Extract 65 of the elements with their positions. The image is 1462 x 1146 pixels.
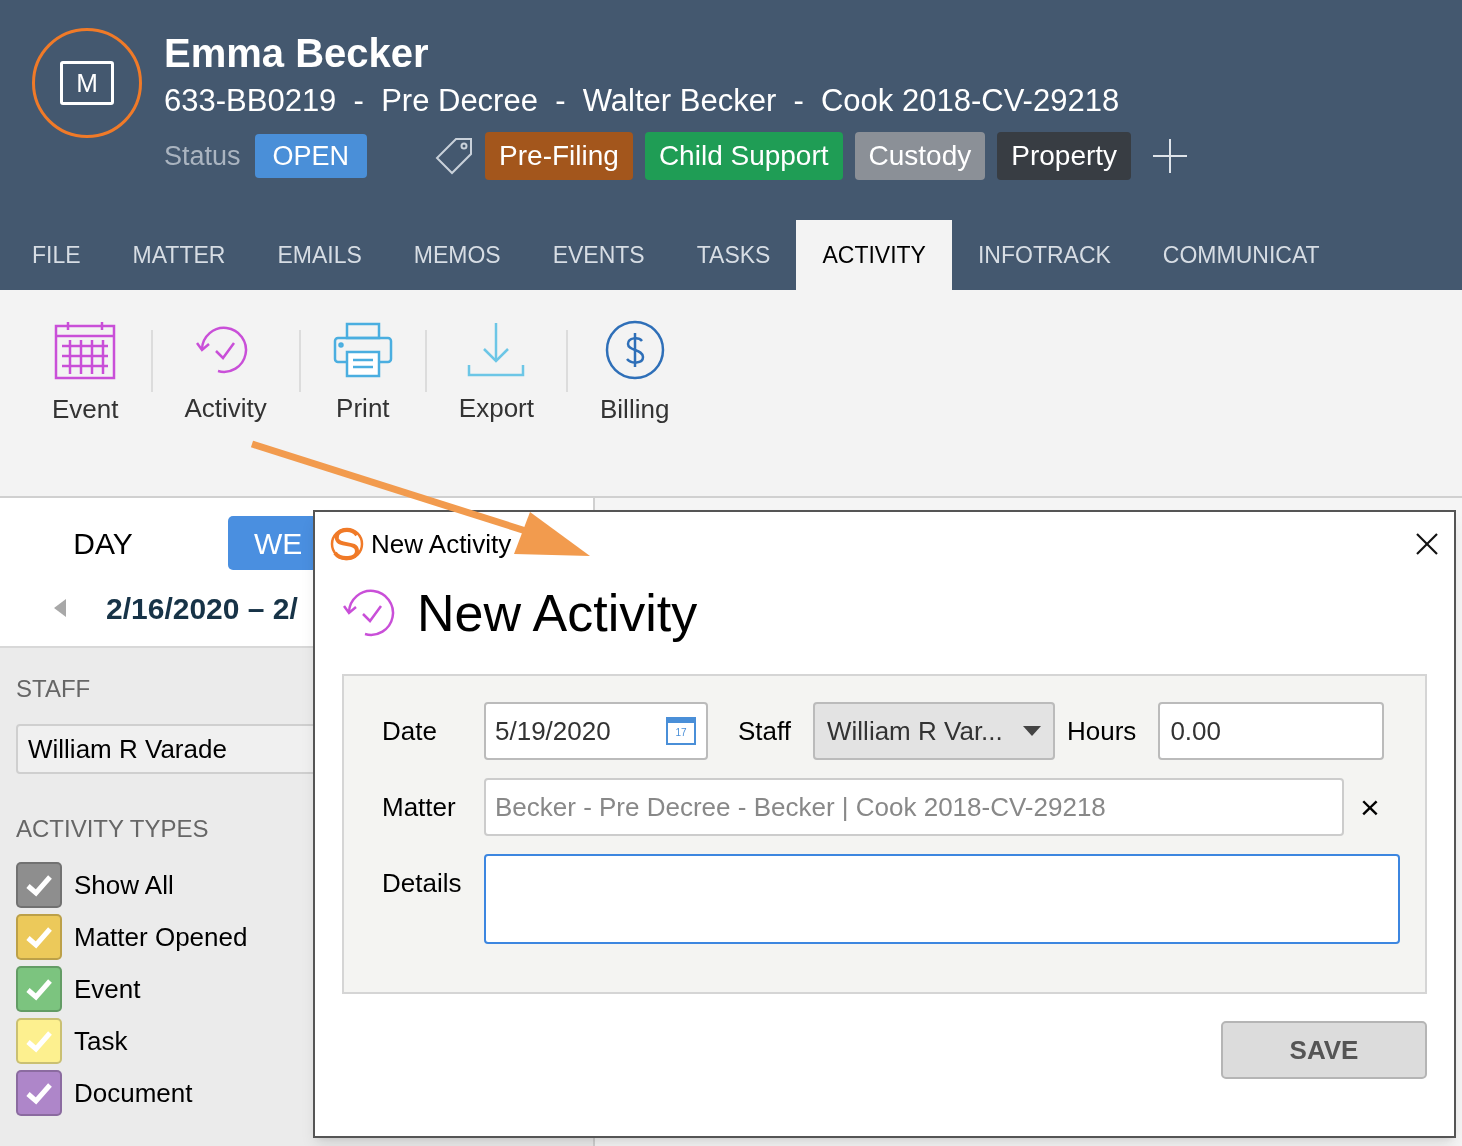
printer-icon bbox=[332, 321, 393, 378]
save-button[interactable]: SAVE bbox=[1221, 1021, 1427, 1079]
download-icon bbox=[466, 320, 527, 379]
staff-dropdown[interactable]: William R Var... bbox=[813, 702, 1055, 760]
staff-heading: STAFF bbox=[16, 674, 92, 704]
tag-icon bbox=[435, 137, 474, 175]
folder-icon: M bbox=[60, 61, 114, 105]
nav-tab[interactable]: MEMOS bbox=[387, 220, 527, 290]
nav-tab[interactable]: TASKS bbox=[670, 220, 797, 290]
checkbox[interactable] bbox=[16, 1070, 62, 1116]
activity-type-label: Matter Opened bbox=[74, 920, 248, 954]
tag-badge: Child Support bbox=[644, 132, 843, 180]
toolbar-button[interactable]: Event bbox=[20, 320, 151, 428]
dollar-circle-icon bbox=[604, 320, 665, 380]
tag-badge: Custody bbox=[854, 132, 986, 180]
details-field[interactable] bbox=[484, 854, 1400, 944]
details-label: Details bbox=[382, 867, 463, 900]
toolbar-button[interactable]: Billing bbox=[568, 320, 702, 428]
nav-tab[interactable]: EVENTS bbox=[526, 220, 671, 290]
checkbox[interactable] bbox=[16, 862, 62, 908]
check-icon bbox=[25, 873, 53, 897]
nav-tab[interactable]: INFOTRACK bbox=[951, 220, 1137, 290]
nav-tab[interactable]: FILE bbox=[6, 220, 107, 290]
activity-type-label: Event bbox=[74, 972, 141, 1006]
checkbox[interactable] bbox=[16, 914, 62, 960]
activity-type-label: Document bbox=[74, 1076, 193, 1110]
check-icon bbox=[25, 1029, 53, 1053]
close-icon[interactable] bbox=[1416, 533, 1438, 555]
view-tab[interactable]: DAY bbox=[28, 516, 178, 570]
app-logo-icon bbox=[329, 527, 365, 561]
status-badge: OPEN bbox=[254, 134, 368, 178]
add-icon[interactable] bbox=[1153, 139, 1188, 173]
checkbox[interactable] bbox=[16, 1018, 62, 1064]
client-name: Emma Becker bbox=[164, 30, 430, 77]
calendar-icon bbox=[54, 320, 117, 380]
hours-field[interactable]: 0.00 bbox=[1158, 702, 1385, 760]
check-icon bbox=[25, 977, 53, 1001]
check-icon bbox=[25, 1081, 53, 1105]
matter-field[interactable]: Becker - Pre Decree - Becker | Cook 2018-CV-29218 bbox=[484, 778, 1344, 836]
check-icon bbox=[25, 925, 53, 949]
nav-tab[interactable]: MATTER bbox=[106, 220, 252, 290]
activity-types-heading: ACTIVITY TYPES bbox=[16, 814, 210, 844]
nav-tab[interactable]: ACTIVITY bbox=[796, 220, 952, 290]
previous-icon[interactable] bbox=[52, 598, 68, 618]
matter-subtitle: 633-BB0219 - Pre Decree - Walter Becker - Cook 2018-CV-29218 bbox=[164, 82, 1121, 120]
toolbar-button[interactable]: Activity bbox=[152, 320, 299, 428]
nav-tab[interactable]: EMAILS bbox=[251, 220, 388, 290]
nav-tab[interactable]: COMMUNICAT bbox=[1136, 220, 1346, 290]
staff-label: Staff bbox=[738, 714, 791, 748]
date-range: 2/16/2020 – 2/ bbox=[106, 590, 298, 627]
caret-icon bbox=[1023, 726, 1041, 736]
matter-label: Matter bbox=[382, 790, 457, 824]
calendar-icon[interactable]: 17 bbox=[666, 717, 696, 745]
tag-badge: Pre-Filing bbox=[485, 132, 633, 180]
checkbox[interactable] bbox=[16, 966, 62, 1012]
activity-type-label: Task bbox=[74, 1024, 128, 1058]
clear-button[interactable]: × bbox=[1360, 790, 1380, 824]
toolbar-button[interactable]: Print bbox=[300, 320, 425, 428]
dialog-heading: New Activity bbox=[417, 583, 698, 644]
date-field[interactable]: 5/19/2020 17 bbox=[484, 702, 708, 760]
status-label: Status bbox=[164, 139, 241, 173]
activity-type-label: Show All bbox=[74, 868, 174, 902]
tag-badge: Property bbox=[997, 132, 1132, 180]
toolbar-button[interactable]: Export bbox=[426, 320, 566, 428]
hours-label: Hours bbox=[1067, 714, 1137, 748]
